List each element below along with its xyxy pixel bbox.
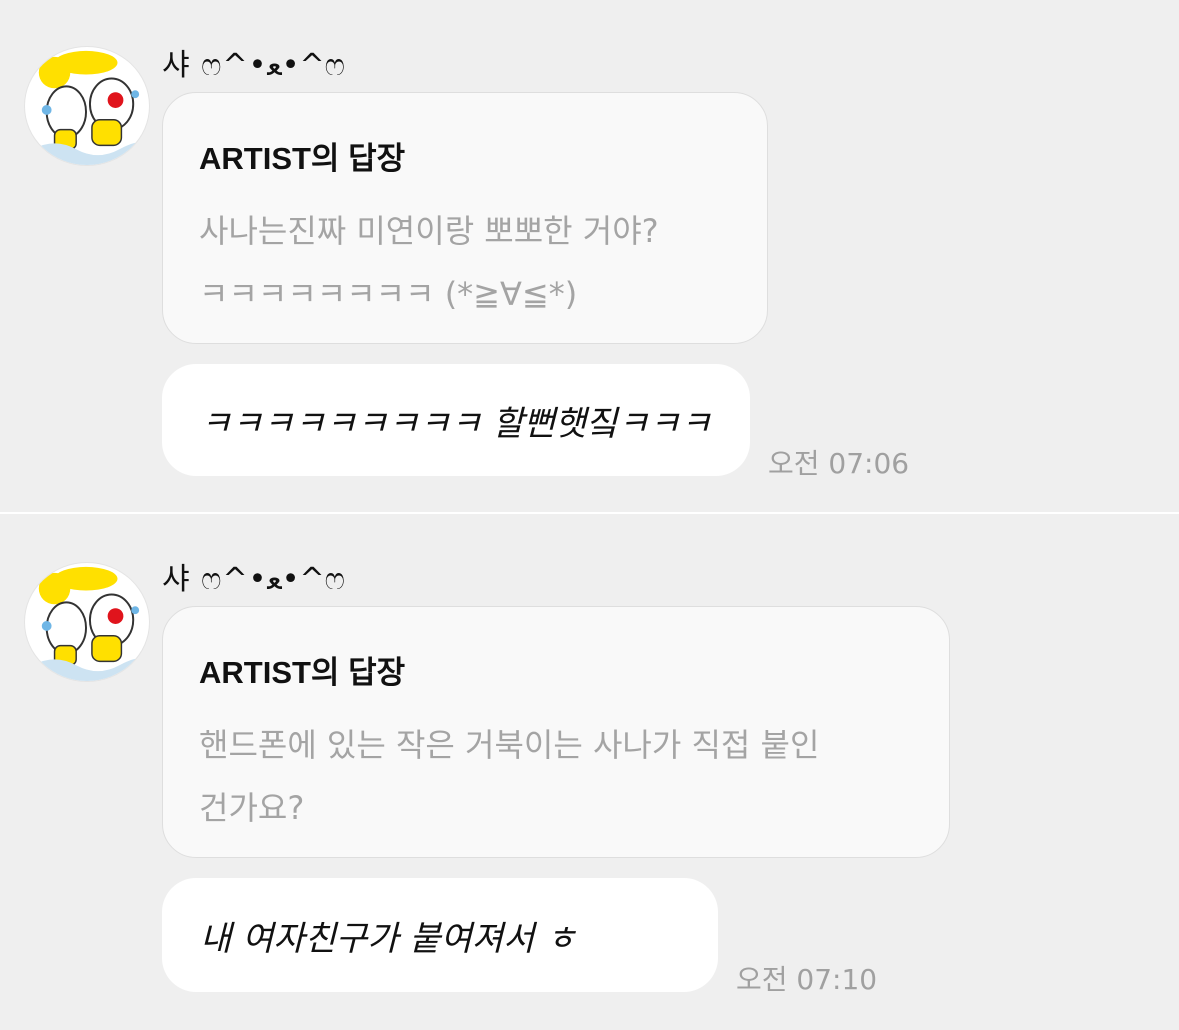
reply-message-bubble[interactable]: 내 여자친구가 붙여져서 ㅎ (162, 878, 718, 992)
message-timestamp: 오전 07:10 (736, 963, 878, 996)
avatar-illustration-icon (25, 566, 149, 681)
message-timestamp: 오전 07:06 (768, 447, 910, 480)
reply-title: ARTIST의 답장 (199, 141, 406, 176)
sender-name: 샤 ෆ^•ﻌ•^ෆ (162, 48, 346, 83)
reply-message-text: ㅋㅋㅋㅋㅋㅋㅋㅋㅋ 할뻔햇짘ㅋㅋㅋ (200, 403, 712, 444)
profile-avatar[interactable] (24, 46, 150, 166)
reply-title: ARTIST의 답장 (199, 655, 406, 690)
artist-reply-card[interactable]: ARTIST의 답장 핸드폰에 있는 작은 거북이는 사나가 직접 붙인 건가요… (162, 606, 950, 858)
avatar-illustration-icon (25, 50, 149, 165)
quoted-message: 핸드폰에 있는 작은 거북이는 사나가 직접 붙인 건가요? (199, 726, 820, 827)
message-group-2: 샤 ෆ^•ﻌ•^ෆ ARTIST의 답장 핸드폰에 있는 작은 거북이는 사나가… (0, 514, 1179, 1030)
message-group-1: 샤 ෆ^•ﻌ•^ෆ ARTIST의 답장 사나는진짜 미연이랑 뽀뽀한 거야? … (0, 0, 1179, 512)
artist-reply-card[interactable]: ARTIST의 답장 사나는진짜 미연이랑 뽀뽀한 거야? ㅋㅋㅋㅋㅋㅋㅋㅋ (… (162, 92, 768, 344)
sender-name: 샤 ෆ^•ﻌ•^ෆ (162, 562, 346, 597)
profile-avatar[interactable] (24, 562, 150, 682)
reply-message-bubble[interactable]: ㅋㅋㅋㅋㅋㅋㅋㅋㅋ 할뻔햇짘ㅋㅋㅋ (162, 364, 750, 476)
quoted-message: 사나는진짜 미연이랑 뽀뽀한 거야? ㅋㅋㅋㅋㅋㅋㅋㅋ (*≧∀≦*) (199, 212, 659, 313)
reply-message-text: 내 여자친구가 붙여져서 ㅎ (200, 918, 577, 959)
